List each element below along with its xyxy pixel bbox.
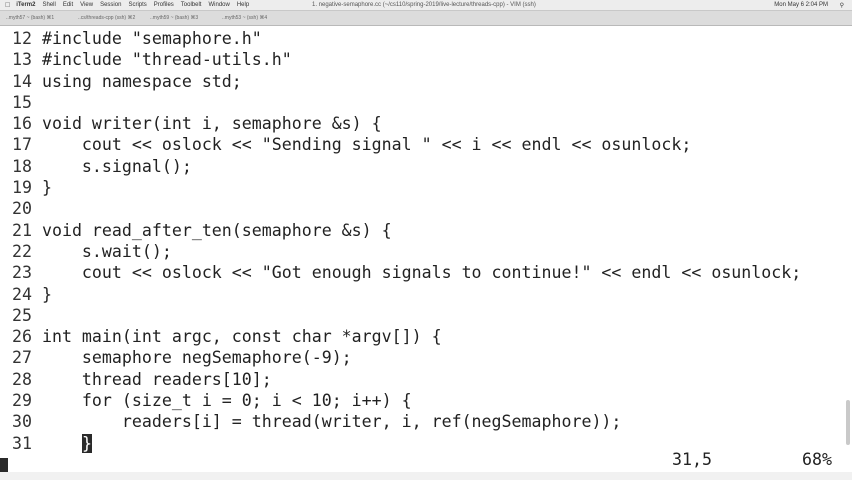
- menu-scripts[interactable]: Scripts: [128, 2, 146, 8]
- code-text: }: [31, 284, 52, 304]
- menubar-clock[interactable]: Mon May 6 2:04 PM: [774, 2, 828, 8]
- line-number: 30: [12, 412, 32, 432]
- code-line[interactable]: 23 cout << oslock << "Got enough signals…: [12, 262, 842, 283]
- code-text: s.wait();: [31, 241, 172, 261]
- line-number: 24: [12, 284, 32, 304]
- code-line[interactable]: 24 }: [12, 284, 842, 305]
- scroll-percent: 68%: [802, 450, 832, 469]
- code-line[interactable]: 17 cout << oslock << "Sending signal " <…: [12, 134, 842, 155]
- line-number: 28: [12, 369, 32, 389]
- code-text: #include "semaphore.h": [31, 29, 262, 48]
- line-number: 12: [12, 29, 32, 48]
- line-number: 18: [12, 156, 32, 176]
- line-number: 27: [12, 348, 32, 368]
- status-block-icon: [0, 458, 8, 472]
- code-text: s.signal();: [31, 156, 192, 176]
- code-text: #include "thread-utils.h": [31, 50, 292, 70]
- code-line[interactable]: 30 readers[i] = thread(writer, i, ref(ne…: [12, 411, 842, 432]
- menu-session[interactable]: Session: [100, 2, 121, 8]
- code-text: int main(int argc, const char *argv[]) {: [31, 327, 442, 347]
- menu-toolbelt[interactable]: Toolbelt: [181, 2, 202, 8]
- line-number: 19: [12, 178, 32, 198]
- code-line[interactable]: 14 using namespace std;: [12, 71, 842, 92]
- line-number: 14: [12, 71, 32, 91]
- apple-menu-icon[interactable]: : [5, 2, 10, 9]
- code-line[interactable]: 15: [12, 92, 842, 113]
- terminal-scrollbar[interactable]: [846, 400, 850, 445]
- line-number: 20: [12, 199, 32, 219]
- vim-editor-buffer[interactable]: 12 #include "semaphore.h" 13 #include "th…: [12, 28, 842, 454]
- code-text: using namespace std;: [31, 71, 242, 91]
- terminal-tab-2[interactable]: ..cs/threads-cpp (ssh) ⌘2: [72, 15, 144, 21]
- line-number: 15: [12, 92, 32, 112]
- menu-view[interactable]: View: [80, 2, 93, 8]
- line-number: 29: [12, 391, 32, 411]
- window-title: 1. negative-semaphore.cc (~/cs110/spring…: [312, 2, 536, 8]
- menu-profiles[interactable]: Profiles: [154, 2, 174, 8]
- terminal-tab-3[interactable]: ..myth59 ~ (bash) ⌘3: [144, 15, 216, 21]
- code-line[interactable]: 26 int main(int argc, const char *argv[]…: [12, 326, 842, 347]
- code-text: thread readers[10];: [31, 369, 272, 389]
- line-number: 23: [12, 263, 32, 283]
- menu-edit[interactable]: Edit: [63, 2, 73, 8]
- code-line[interactable]: 21 void read_after_ten(semaphore &s) {: [12, 220, 842, 241]
- code-line[interactable]: 27 semaphore negSemaphore(-9);: [12, 347, 842, 368]
- code-line[interactable]: 28 thread readers[10];: [12, 369, 842, 390]
- terminal-tab-bar: ..myth57 ~ (bash) ⌘1 ..cs/threads-cpp (s…: [0, 11, 852, 26]
- code-line[interactable]: 13 #include "thread-utils.h": [12, 49, 842, 70]
- menu-shell[interactable]: Shell: [42, 2, 55, 8]
- code-text: cout << oslock << "Sending signal " << i…: [31, 135, 692, 155]
- code-line[interactable]: 29 for (size_t i = 0; i < 10; i++) {: [12, 390, 842, 411]
- menu-help[interactable]: Help: [237, 2, 249, 8]
- macos-menu-bar:  iTerm2 Shell Edit View Session Scripts…: [0, 0, 852, 11]
- menu-window[interactable]: Window: [208, 2, 229, 8]
- line-number: 25: [12, 305, 32, 325]
- line-number: 17: [12, 135, 32, 155]
- code-text: semaphore negSemaphore(-9);: [31, 348, 352, 368]
- line-number: 26: [12, 327, 32, 347]
- code-text: void writer(int i, semaphore &s) {: [31, 114, 382, 134]
- code-line[interactable]: 25: [12, 305, 842, 326]
- code-line[interactable]: 19 }: [12, 177, 842, 198]
- code-line[interactable]: 16 void writer(int i, semaphore &s) {: [12, 113, 842, 134]
- line-number: 13: [12, 50, 32, 70]
- cursor-position: 31,5: [672, 450, 712, 469]
- search-icon[interactable]: ⚲: [840, 2, 844, 9]
- terminal-tab-1[interactable]: ..myth57 ~ (bash) ⌘1: [0, 15, 72, 21]
- terminal-tab-4[interactable]: ..myth53 ~ (ssh) ⌘4: [216, 15, 288, 21]
- line-number: 21: [12, 220, 32, 240]
- vim-status-line: 31,5 68%: [0, 450, 852, 472]
- code-line[interactable]: 12 #include "semaphore.h": [12, 28, 842, 49]
- line-number: 22: [12, 241, 32, 261]
- code-text: }: [31, 178, 52, 198]
- code-line[interactable]: 20: [12, 198, 842, 219]
- code-text: for (size_t i = 0; i < 10; i++) {: [31, 391, 412, 411]
- code-text: cout << oslock << "Got enough signals to…: [31, 263, 802, 283]
- code-line[interactable]: 18 s.signal();: [12, 156, 842, 177]
- menu-app-name[interactable]: iTerm2: [16, 2, 35, 8]
- line-number: 16: [12, 114, 32, 134]
- code-text: readers[i] = thread(writer, i, ref(negSe…: [31, 412, 622, 432]
- code-line[interactable]: 22 s.wait();: [12, 241, 842, 262]
- window-bottom-edge: [0, 472, 852, 480]
- code-text: void read_after_ten(semaphore &s) {: [31, 220, 392, 240]
